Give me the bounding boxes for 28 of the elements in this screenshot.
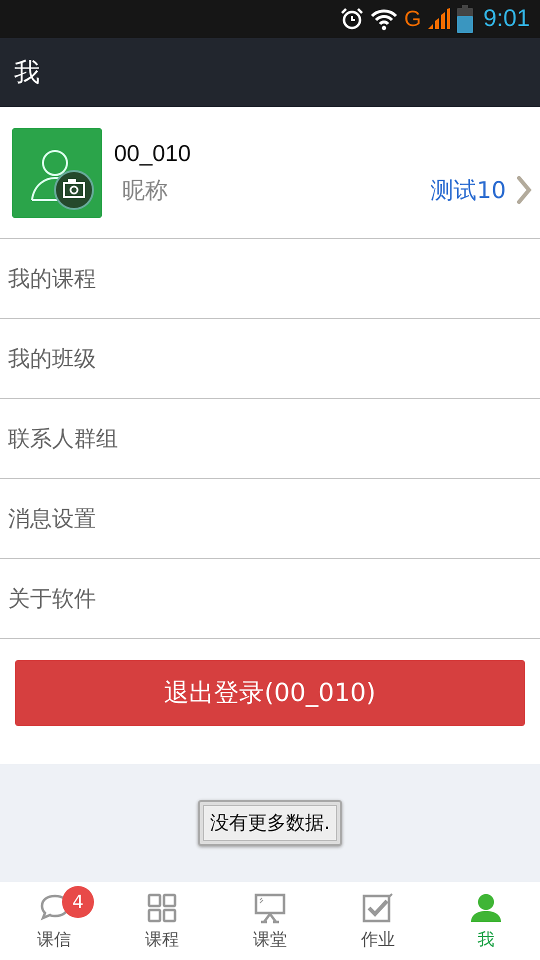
clock-time: 9:01 bbox=[483, 5, 530, 33]
nickname-value: 测试10 bbox=[430, 176, 506, 206]
toast-message: 没有更多数据. bbox=[202, 805, 338, 841]
grid-icon bbox=[146, 892, 178, 924]
unread-badge: 4 bbox=[62, 886, 94, 918]
person-icon bbox=[470, 892, 502, 924]
menu-item[interactable]: 消息设置 bbox=[0, 479, 540, 559]
menu-item[interactable]: 联系人群组 bbox=[0, 399, 540, 479]
page-title: 我 bbox=[14, 57, 40, 90]
tab[interactable]: 课堂 bbox=[216, 882, 324, 960]
screen-icon bbox=[254, 892, 286, 924]
menu-item[interactable]: 我的班级 bbox=[0, 319, 540, 399]
avatar-icon[interactable] bbox=[12, 128, 102, 218]
tab[interactable]: 我 bbox=[432, 882, 540, 960]
menu-item[interactable]: 关于软件 bbox=[0, 559, 540, 639]
tab[interactable]: 课程 bbox=[108, 882, 216, 960]
signal-icon bbox=[427, 7, 452, 31]
username: 00_010 bbox=[114, 140, 192, 166]
menu-item[interactable]: 我的课程 bbox=[0, 239, 540, 319]
checkbox-icon bbox=[362, 892, 394, 924]
alarm-icon bbox=[340, 7, 364, 31]
battery-icon bbox=[457, 5, 474, 33]
tab[interactable]: 课信 4 bbox=[0, 882, 108, 960]
wifi-icon bbox=[370, 7, 398, 31]
nickname-label: 昵称 bbox=[122, 176, 168, 206]
tab[interactable]: 作业 bbox=[324, 882, 432, 960]
network-type: G bbox=[404, 6, 422, 32]
logout-button[interactable]: 退出登录(00_010) bbox=[15, 660, 525, 726]
